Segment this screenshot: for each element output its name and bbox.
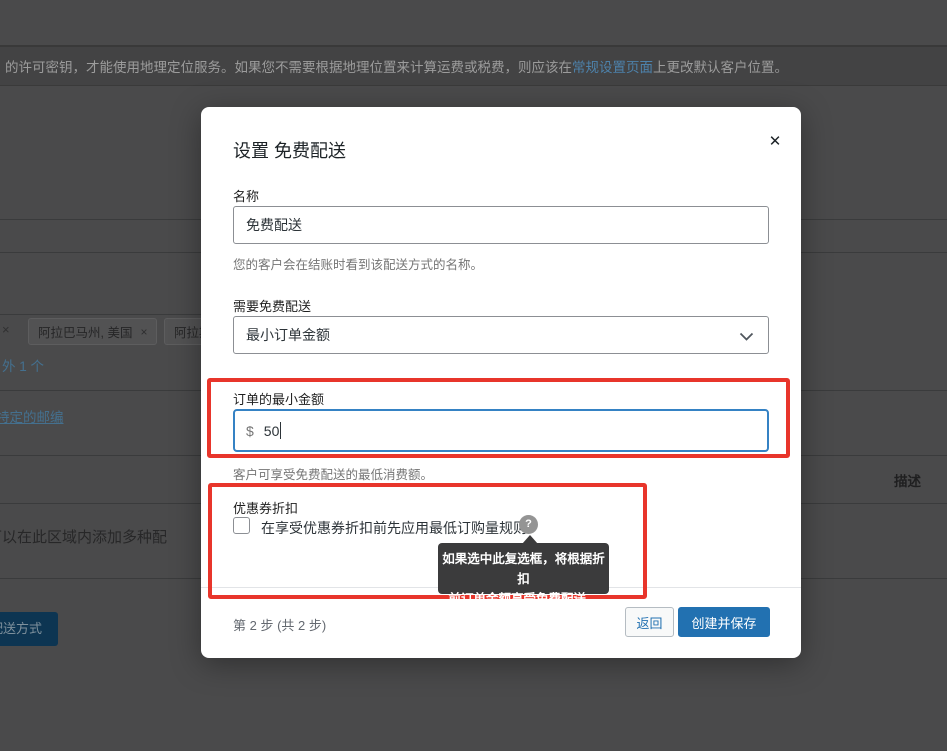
coupon-field-label: 优惠券折扣 xyxy=(233,498,298,517)
divider xyxy=(0,314,210,315)
coupon-help-tooltip: 如果选中此复选框，将根据折扣 前订单金额享受免费配送。 xyxy=(438,543,609,594)
back-button[interactable]: 返回 xyxy=(625,607,674,637)
name-field-help: 您的客户会在结账时看到该配送方式的名称。 xyxy=(233,254,483,273)
geolocation-notice: 的许可密钥，才能使用地理定位服务。如果您不需要根据地理位置来计算运费或税费，则应… xyxy=(0,45,947,86)
chip-remove-icon[interactable]: × xyxy=(2,322,10,337)
amount-field-label: 订单的最小金额 xyxy=(233,389,324,408)
currency-symbol: $ xyxy=(246,423,254,439)
free-shipping-setup-modal: 设置 免费配送 ✕ 名称 免费配送 您的客户会在结账时看到该配送方式的名称。 需… xyxy=(201,107,801,658)
close-icon[interactable]: ✕ xyxy=(764,131,786,153)
region-chip: 阿拉巴马州, 美国 × xyxy=(28,318,157,345)
zone-hint-text: 可以在此区域内添加多种配 xyxy=(0,526,167,547)
step-indicator: 第 2 步 (共 2 步) xyxy=(233,615,326,634)
name-input[interactable]: 免费配送 xyxy=(233,206,769,244)
minimum-amount-input[interactable]: $ 50 xyxy=(233,409,769,452)
name-input-value: 免费配送 xyxy=(246,215,302,235)
amount-field-help: 客户可享受免费配送的最低消费额。 xyxy=(233,464,433,483)
postcode-link[interactable]: 特定的邮编 xyxy=(0,406,64,426)
more-regions-link[interactable]: 外 1 个 xyxy=(2,355,44,375)
notice-text-after: 上更改默认客户位置。 xyxy=(653,56,788,76)
tooltip-line2: 前订单金额享受免费配送。 xyxy=(438,589,609,609)
requires-field-label: 需要免费配送 xyxy=(233,296,311,315)
requires-select[interactable]: 最小订单金额 xyxy=(233,316,769,354)
add-shipping-method-button[interactable]: 配送方式 xyxy=(0,612,58,646)
tooltip-line1: 如果选中此复选框，将根据折扣 xyxy=(438,549,609,589)
amount-input-value: 50 xyxy=(264,423,280,439)
requires-select-value: 最小订单金额 xyxy=(246,325,330,345)
tooltip-arrow xyxy=(522,535,538,544)
text-caret xyxy=(280,422,281,439)
chip-remove-icon[interactable]: × xyxy=(140,325,147,339)
description-column-header: 描述 xyxy=(894,470,921,490)
coupon-checkbox[interactable] xyxy=(233,517,250,534)
create-and-save-button[interactable]: 创建并保存 xyxy=(678,607,770,637)
name-field-label: 名称 xyxy=(233,186,259,205)
general-settings-link[interactable]: 常规设置页面 xyxy=(572,56,653,76)
help-icon[interactable]: ? xyxy=(519,515,538,534)
coupon-checkbox-label: 在享受优惠券折扣前先应用最低订购量规则 xyxy=(261,518,527,538)
notice-text-before: 的许可密钥，才能使用地理定位服务。如果您不需要根据地理位置来计算运费或税费，则应… xyxy=(5,56,572,76)
chip-label: 阿拉巴马州, 美国 xyxy=(38,322,132,341)
chevron-down-icon xyxy=(739,332,754,342)
modal-title: 设置 免费配送 xyxy=(233,137,346,163)
